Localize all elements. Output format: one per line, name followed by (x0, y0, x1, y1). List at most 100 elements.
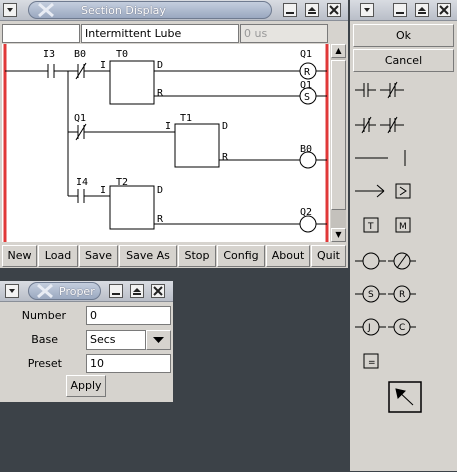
maximize-button[interactable] (415, 3, 429, 17)
minimize-button[interactable] (283, 3, 297, 17)
ladder-label: I (100, 185, 106, 196)
maximize-icon (133, 288, 141, 295)
section-titlebar: Section Display (0, 0, 348, 21)
nc-contact-tool-icon (380, 81, 404, 99)
number-field[interactable]: 0 (86, 306, 171, 325)
preset-label: Preset (27, 357, 62, 370)
jump-letter: J (367, 323, 371, 333)
quit-button[interactable]: Quit (311, 245, 346, 267)
minimize-icon (286, 12, 294, 14)
minimize-button[interactable] (393, 3, 407, 17)
ladder-label: I4 (76, 177, 88, 188)
ladder-label: Q2 (300, 207, 312, 218)
scroll-up-button[interactable]: ▲ (331, 44, 346, 58)
ladder-label: B0 (74, 49, 86, 60)
ladder-label: I3 (43, 49, 55, 60)
ladder-label: R (222, 152, 229, 163)
chevron-down-icon (9, 289, 15, 293)
window-menu-button[interactable] (360, 3, 374, 17)
tool-palette: T M S R J C = (355, 81, 422, 413)
base-label: Base (31, 333, 58, 346)
chevron-down-icon (364, 8, 370, 12)
ladder-canvas[interactable]: I3 B0 T0 I D R Q1 Q1 R S Q1 T1 I D R B0 … (2, 44, 330, 242)
minimize-button[interactable] (109, 284, 123, 298)
base-dropdown-button[interactable] (146, 330, 171, 350)
ladder-label: Q1 (74, 113, 86, 124)
scroll-thumb[interactable] (331, 60, 346, 210)
arrow-right-tool-icon (355, 184, 385, 198)
equals-letter: = (368, 358, 376, 368)
reset-letter: R (399, 290, 405, 300)
ladder-label: D (222, 121, 228, 132)
close-button[interactable] (437, 3, 451, 17)
scan-time-field: 0 us (240, 24, 328, 43)
base-select[interactable]: Secs (86, 330, 146, 350)
ladder-label: D (157, 185, 163, 196)
coil-letter: R (304, 67, 311, 78)
save-button[interactable]: Save (79, 245, 118, 267)
nc-contact-alt2-tool-icon (380, 116, 404, 134)
chevron-down-icon (153, 337, 164, 343)
load-button[interactable]: Load (38, 245, 78, 267)
app-x-icon (37, 283, 53, 299)
window-menu-button[interactable] (5, 284, 19, 298)
ladder-diagram: I3 B0 T0 I D R Q1 Q1 R S Q1 T1 I D R B0 … (3, 44, 329, 242)
vertical-scrollbar[interactable]: ▲ ▼ (331, 44, 346, 242)
properties-window-title: Proper (59, 285, 95, 298)
ladder-label: Q1 (300, 80, 312, 91)
apply-button[interactable]: Apply (66, 375, 106, 397)
coil-letter: S (304, 92, 310, 103)
window-menu-button[interactable] (3, 3, 17, 17)
maximize-button[interactable] (130, 284, 144, 298)
section-title-pill[interactable]: Section Display (28, 1, 272, 19)
ladder-label: R (157, 214, 164, 225)
ok-button[interactable]: Ok (353, 24, 454, 47)
coil-tool-icon (355, 252, 386, 270)
palette-window: Ok Cancel T M S R J C = (350, 0, 457, 471)
close-icon (439, 5, 449, 15)
close-icon (153, 286, 163, 296)
set-letter: S (368, 290, 374, 300)
maximize-button[interactable] (305, 3, 319, 17)
close-button[interactable] (151, 284, 165, 298)
close-button[interactable] (327, 3, 341, 17)
properties-title-pill[interactable]: Proper (28, 282, 101, 300)
no-contact-tool-icon (355, 83, 376, 97)
timer-letter: T (367, 222, 374, 232)
ladder-label: R (157, 88, 164, 99)
minimize-icon (112, 293, 120, 295)
maximize-icon (308, 7, 316, 14)
ladder-label: D (157, 60, 163, 71)
memory-letter: M (399, 222, 407, 232)
pointer-arrow-icon (395, 388, 414, 406)
ladder-label: B0 (300, 144, 312, 155)
ladder-label: I (165, 121, 171, 132)
config-button[interactable]: Config (217, 245, 265, 267)
scroll-down-button[interactable]: ▼ (331, 228, 346, 242)
ladder-label: Q1 (300, 49, 312, 60)
ladder-label: T2 (116, 177, 128, 188)
section-display-window: Section Display Intermittent Lube 0 us I… (0, 0, 348, 268)
negated-coil-tool-icon (388, 252, 416, 270)
number-label: Number (21, 309, 66, 322)
blank-field[interactable] (2, 24, 80, 43)
app-x-icon (38, 2, 54, 18)
section-window-title: Section Display (81, 4, 166, 17)
section-name-field[interactable]: Intermittent Lube (81, 24, 239, 43)
cancel-button[interactable]: Cancel (353, 49, 454, 72)
properties-titlebar: Proper (0, 281, 173, 302)
properties-window: Proper Number 0 Base Secs Preset 10 Appl… (0, 281, 173, 402)
nc-contact-alt-tool-icon (355, 116, 376, 134)
stop-button[interactable]: Stop (178, 245, 216, 267)
close-icon (329, 5, 339, 15)
maximize-icon (418, 7, 426, 14)
ladder-label: T1 (180, 113, 192, 124)
compare-box-tool-icon (395, 183, 411, 199)
chevron-down-icon (7, 8, 13, 12)
palette-titlebar (350, 0, 457, 21)
ladder-label: T0 (116, 49, 128, 60)
save-as-button[interactable]: Save As (119, 245, 177, 267)
new-button[interactable]: New (2, 245, 37, 267)
preset-field[interactable]: 10 (86, 354, 171, 373)
about-button[interactable]: About (266, 245, 310, 267)
